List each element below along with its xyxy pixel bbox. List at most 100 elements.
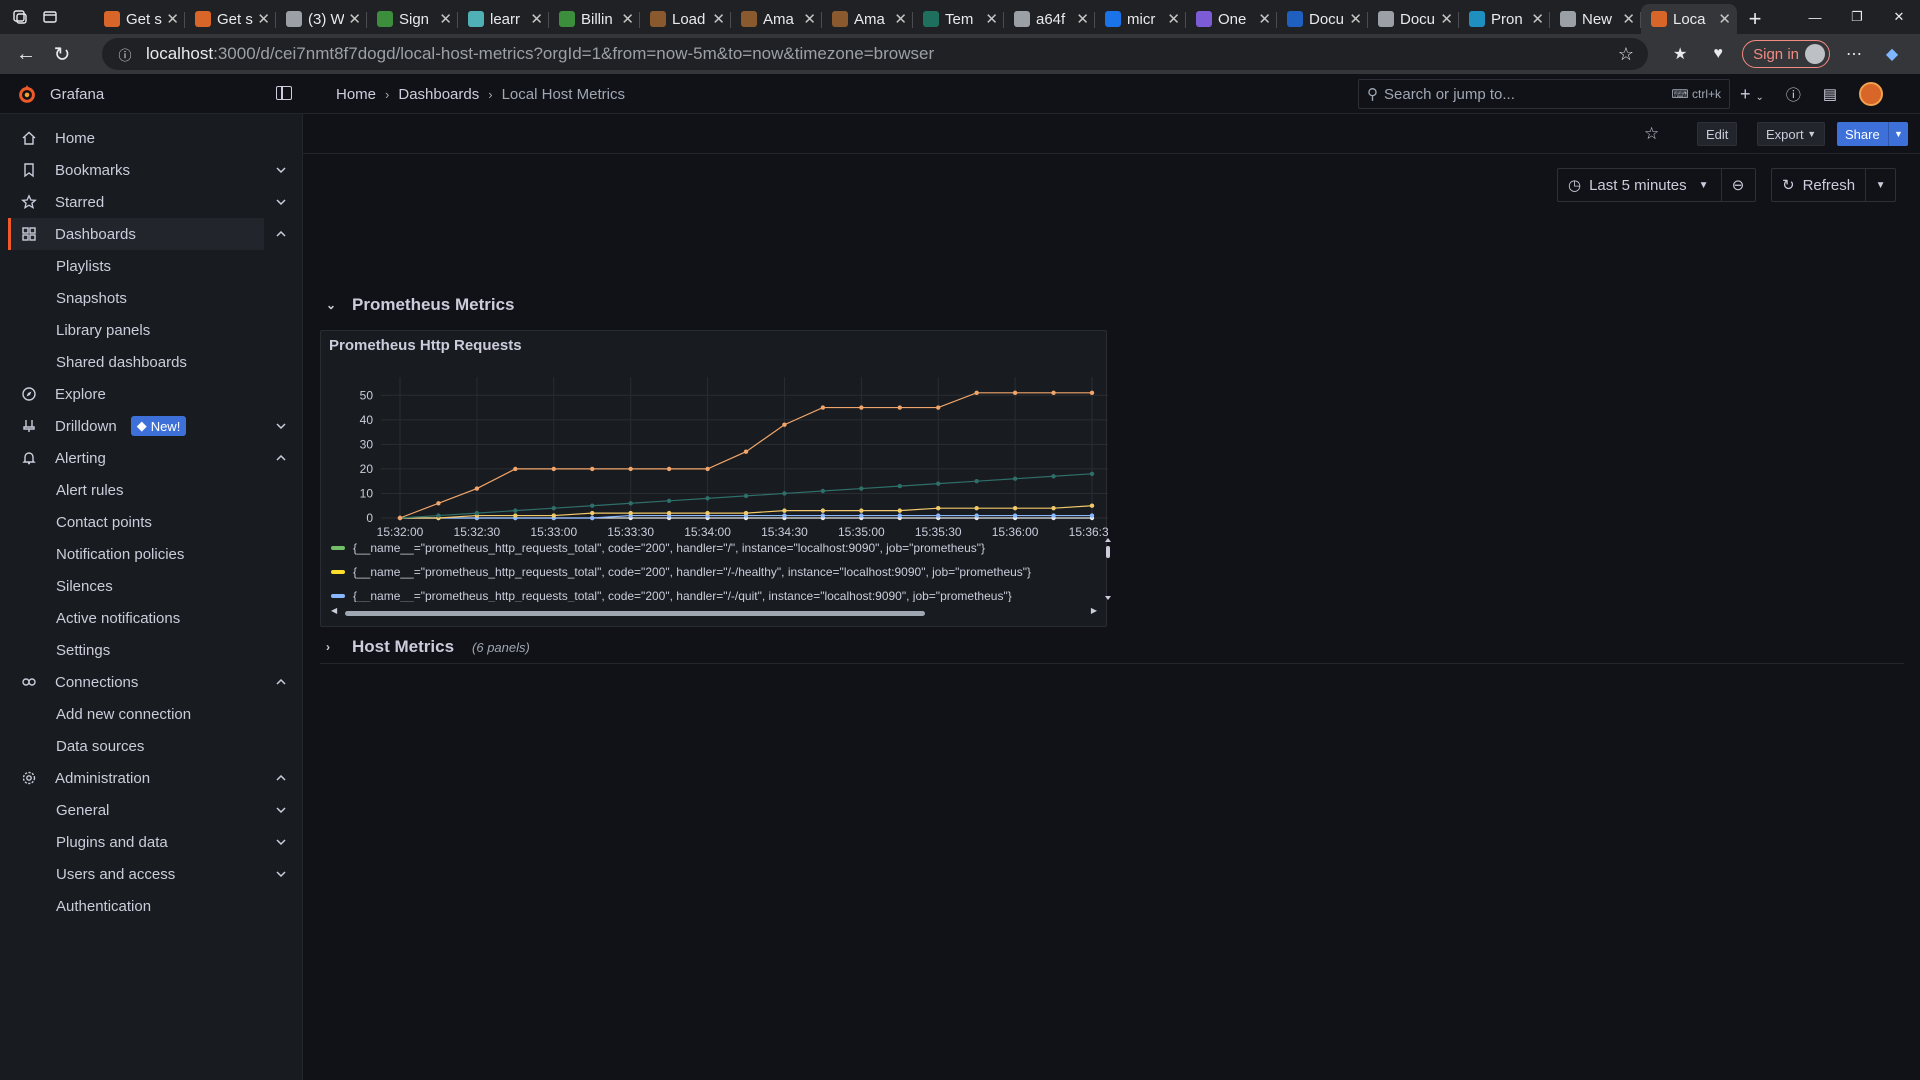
help-icon[interactable]: ⓘ [1786,84,1801,105]
copilot-icon[interactable]: ◆ [1878,44,1906,64]
legend-horizontal-scrollbar[interactable]: ◀ ▶ [331,606,1097,618]
breadcrumb-home[interactable]: Home [336,86,376,103]
chevron-up-icon[interactable] [273,450,289,466]
tab-close-icon[interactable]: ✕ [1258,10,1271,28]
sidebar-item-active-notifications[interactable]: Active notifications [0,602,303,634]
sidebar-item-alerting[interactable]: Alerting [0,442,303,474]
sidebar-item-library-panels[interactable]: Library panels [0,314,303,346]
tab-close-icon[interactable]: ✕ [1076,10,1089,28]
tab-close-icon[interactable]: ✕ [1349,10,1362,28]
browser-tab[interactable]: learr ✕ [458,4,549,34]
browser-tab[interactable]: Get s ✕ [185,4,276,34]
chevron-down-icon[interactable] [273,194,289,210]
browser-tab[interactable]: One ✕ [1186,4,1277,34]
chevron-up-icon[interactable] [273,674,289,690]
sidebar-item-playlists[interactable]: Playlists [0,250,303,282]
browser-tab[interactable]: Docu ✕ [1368,4,1459,34]
legend-item[interactable]: {__name__="prometheus_http_requests_tota… [331,584,1091,602]
sidebar-item-dashboards[interactable]: Dashboards [8,218,286,250]
tab-close-icon[interactable]: ✕ [894,10,907,28]
sidebar-item-snapshots[interactable]: Snapshots [0,282,303,314]
sidebar-item-shared-dashboards[interactable]: Shared dashboards [0,346,303,378]
browser-tab[interactable]: Sign ✕ [367,4,458,34]
chevron-up-icon[interactable] [273,226,289,242]
tab-close-icon[interactable]: ✕ [530,10,543,28]
row-host-metrics[interactable]: › Host Metrics (6 panels) [326,637,530,657]
share-button[interactable]: Share [1837,122,1888,146]
edit-button[interactable]: Edit [1697,122,1738,146]
tab-close-icon[interactable]: ✕ [712,10,725,28]
tab-close-icon[interactable]: ✕ [439,10,452,28]
row-prometheus-metrics[interactable]: ⌄ Prometheus Metrics [326,295,515,315]
sidebar-item-plugins-and-data[interactable]: Plugins and data [0,826,303,858]
chevron-down-icon[interactable] [273,802,289,818]
browser-tab[interactable]: (3) W ✕ [276,4,367,34]
sidebar-item-add-new-connection[interactable]: Add new connection [0,698,303,730]
browser-tab[interactable]: Billin ✕ [549,4,640,34]
mark-favorite-icon[interactable]: ☆ [1636,122,1667,146]
time-range-picker[interactable]: ◷ Last 5 minutes ▼ ⊖ [1557,168,1756,202]
new-tab-button[interactable]: + [1737,4,1773,34]
sidebar-item-administration[interactable]: Administration [0,762,303,794]
browser-tab[interactable]: Pron ✕ [1459,4,1550,34]
sidebar-item-users-and-access[interactable]: Users and access [0,858,303,890]
chevron-down-icon[interactable] [273,162,289,178]
sidebar-item-authentication[interactable]: Authentication [0,890,303,922]
bookmark-star-icon[interactable]: ☆ [1618,44,1634,65]
scroll-left-icon[interactable]: ◀ [331,606,337,615]
zoom-out-icon[interactable]: ⊖ [1720,169,1755,201]
browser-tab[interactable]: micr ✕ [1095,4,1186,34]
panel-prometheus-http-requests[interactable]: Prometheus Http Requests 0 10 20 30 40 50 15:3… [320,330,1111,627]
chevron-down-icon[interactable] [273,866,289,882]
sidebar-item-silences[interactable]: Silences [0,570,303,602]
browser-tab[interactable]: New ✕ [1550,4,1641,34]
tab-close-icon[interactable]: ✕ [166,10,179,28]
browser-essentials-icon[interactable]: ♥ [1704,45,1732,63]
tab-close-icon[interactable]: ✕ [257,10,270,28]
tab-close-icon[interactable]: ✕ [1718,10,1731,28]
browser-tab[interactable]: Ama ✕ [822,4,913,34]
browser-tab[interactable]: Ama ✕ [731,4,822,34]
sidebar-item-data-sources[interactable]: Data sources [0,730,303,762]
grafana-logo-icon[interactable] [16,83,38,105]
tab-close-icon[interactable]: ✕ [1622,10,1635,28]
sidebar-item-alert-rules[interactable]: Alert rules [0,474,303,506]
sidebar-item-bookmarks[interactable]: Bookmarks [0,154,303,186]
browser-tab[interactable]: Tem ✕ [913,4,1004,34]
scroll-right-icon[interactable]: ▶ [1091,606,1097,615]
tab-close-icon[interactable]: ✕ [985,10,998,28]
legend-item[interactable]: {__name__="prometheus_http_requests_tota… [331,560,1091,584]
search-input[interactable]: ⚲ Search or jump to... ⌨ ctrl+k [1358,79,1730,109]
site-info-icon[interactable]: ⓘ [110,45,140,64]
tab-close-icon[interactable]: ✕ [1531,10,1544,28]
browser-tab[interactable]: Get s ✕ [94,4,185,34]
browser-tab[interactable]: a64f ✕ [1004,4,1095,34]
refresh-interval-chevron-icon[interactable]: ▼ [1865,169,1895,201]
scrollbar-thumb[interactable] [345,611,925,616]
sidebar-item-connections[interactable]: Connections [0,666,303,698]
sidebar-item-starred[interactable]: Starred [0,186,303,218]
tab-close-icon[interactable]: ✕ [1167,10,1180,28]
refresh-button[interactable]: ↻ Refresh ▼ [1771,168,1897,202]
share-options-chevron-icon[interactable]: ▼ [1888,122,1908,146]
minimize-icon[interactable]: — [1794,10,1836,25]
back-icon[interactable]: ← [10,38,42,70]
chevron-up-icon[interactable] [273,770,289,786]
more-icon[interactable]: ⋯ [1840,44,1868,64]
sidebar-item-contact-points[interactable]: Contact points [0,506,303,538]
tab-close-icon[interactable]: ✕ [803,10,816,28]
sidebar-item-settings[interactable]: Settings [0,634,303,666]
chevron-down-icon[interactable] [273,418,289,434]
dock-menu-icon[interactable] [276,86,292,100]
sidebar-item-explore[interactable]: Explore [0,378,303,410]
breadcrumb-dashboards[interactable]: Dashboards [398,86,479,103]
time-series-chart[interactable]: 0 10 20 30 40 50 15:32:00 15:32:30 15:33:00 15:33… [321,371,1108,536]
legend-item[interactable]: {__name__="prometheus_http_requests_tota… [331,536,1091,560]
browser-tab[interactable]: Docu ✕ [1277,4,1368,34]
user-avatar[interactable] [1859,82,1884,106]
tab-actions-icon[interactable] [42,9,58,25]
address-bar[interactable]: ⓘ localhost:3000/d/cei7nmt8f7dogd/local-… [102,38,1648,70]
tab-close-icon[interactable]: ✕ [348,10,361,28]
reload-icon[interactable]: ↻ [46,38,78,70]
sidebar-item-general[interactable]: General [0,794,303,826]
